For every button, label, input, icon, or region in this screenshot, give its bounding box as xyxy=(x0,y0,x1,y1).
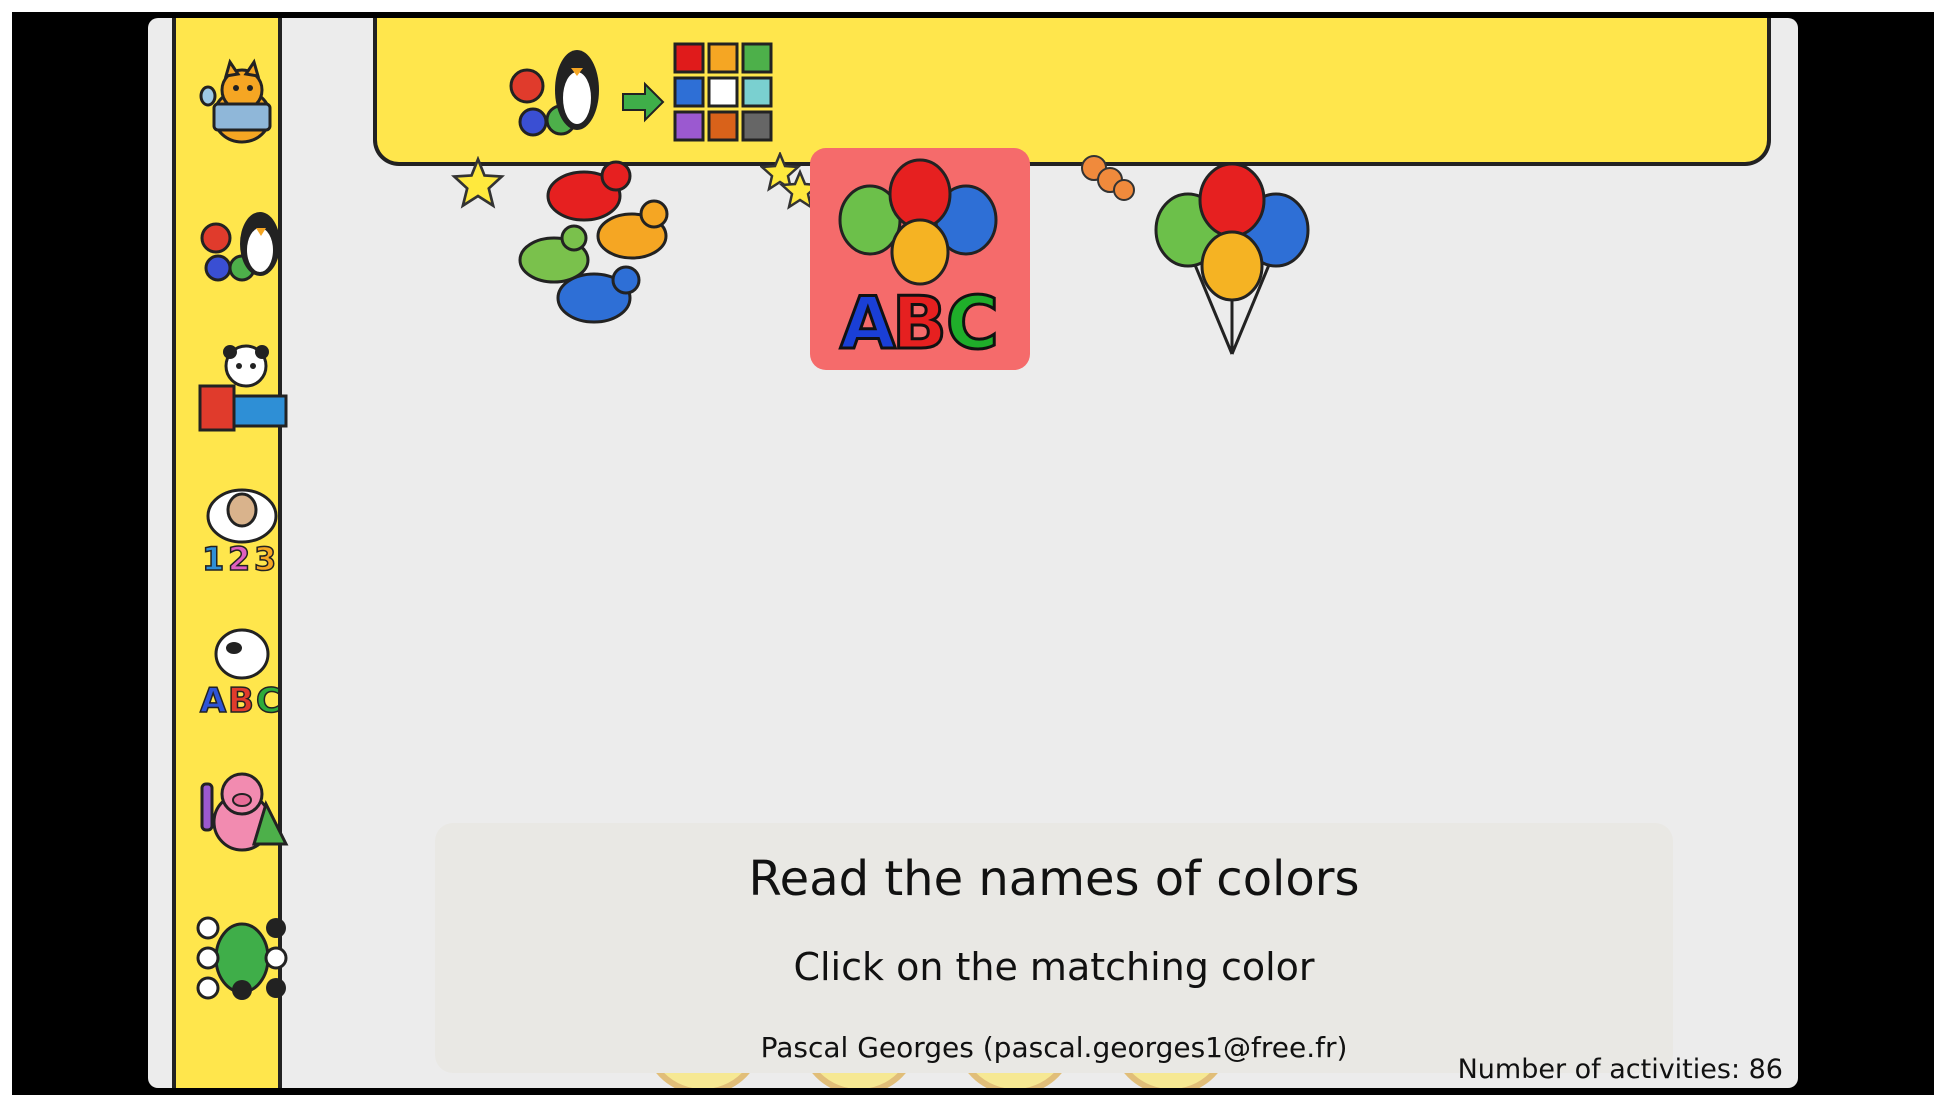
activity-read-colors[interactable]: A B C xyxy=(810,148,1030,370)
cat-computer-icon xyxy=(199,58,272,144)
svg-text:B: B xyxy=(228,681,254,718)
svg-text:C: C xyxy=(256,681,281,718)
difficulty-flowers-icon xyxy=(1081,155,1135,201)
category-board-games[interactable] xyxy=(194,906,290,1002)
balloons-abc-icon: A B C xyxy=(838,158,1000,367)
activities-count: Number of activities: 86 xyxy=(1443,1054,1783,1085)
svg-text:2: 2 xyxy=(228,540,250,576)
penguin-gears-color-grid-icon xyxy=(509,42,773,142)
activity-color-birds[interactable] xyxy=(514,156,674,336)
activity-title: Read the names of colors xyxy=(748,851,1360,907)
svg-text:1: 1 xyxy=(202,540,224,576)
category-sidebar: 1 2 3 A B C xyxy=(172,18,289,1088)
svg-text:B: B xyxy=(892,281,947,365)
section-header xyxy=(373,18,1771,166)
birds-icon xyxy=(518,160,669,324)
sheep-123-icon: 1 2 3 xyxy=(201,488,278,579)
svg-text:A: A xyxy=(200,681,227,718)
category-gcompris-activities[interactable] xyxy=(194,198,290,294)
svg-text:C: C xyxy=(946,281,999,365)
activity-description: Click on the matching color xyxy=(793,945,1315,989)
balloons-icon xyxy=(1154,162,1310,355)
category-reading[interactable]: A B C xyxy=(194,622,290,722)
activity-info-panel: Read the names of colors Click on the ma… xyxy=(435,823,1673,1073)
category-mathematics[interactable]: 1 2 3 xyxy=(194,480,290,579)
activity-color-balloons[interactable] xyxy=(1148,158,1318,368)
category-science[interactable] xyxy=(194,764,290,860)
cow-abc-icon: A B C xyxy=(199,628,282,722)
frog-board-game-icon xyxy=(196,916,288,1000)
svg-text:3: 3 xyxy=(254,540,276,576)
category-puzzles[interactable] xyxy=(194,340,290,436)
svg-text:A: A xyxy=(840,281,896,365)
activities-count-label: Number of activities: 86 xyxy=(1457,1054,1783,1085)
penguin-gears-icon xyxy=(200,212,280,282)
difficulty-star-icon xyxy=(451,156,505,209)
category-computer-discovery[interactable] xyxy=(194,58,290,154)
pig-science-icon xyxy=(200,772,289,852)
gcompris-window: 1 2 3 A B C A B C Read the names of colo… xyxy=(148,18,1798,1088)
panda-puzzle-icon xyxy=(198,344,288,432)
